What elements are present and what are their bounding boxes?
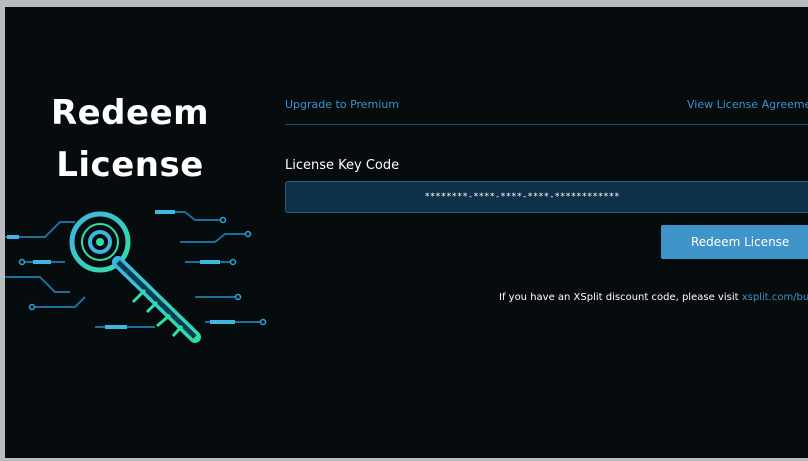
redeem-license-button[interactable]: Redeem License (661, 225, 808, 259)
title-line-1: Redeem (50, 93, 210, 133)
discount-note: If you have an XSplit discount code, ple… (499, 292, 808, 303)
xsplit-buy-link[interactable]: xsplit.com/buy (742, 292, 808, 303)
license-key-input[interactable] (285, 181, 808, 213)
view-license-agreement-link[interactable]: View License Agreement (687, 98, 808, 111)
upgrade-to-premium-link[interactable]: Upgrade to Premium (285, 98, 399, 111)
discount-text: If you have an XSplit discount code, ple… (499, 292, 742, 303)
title-line-2: License (56, 145, 204, 185)
redeem-license-window: Redeem License Upgrade to Premium View L… (5, 7, 808, 458)
key-circuit-illustration-icon (5, 210, 267, 343)
divider (285, 124, 808, 125)
license-key-label: License Key Code (285, 158, 400, 173)
page-title: Redeem License (5, 87, 255, 191)
